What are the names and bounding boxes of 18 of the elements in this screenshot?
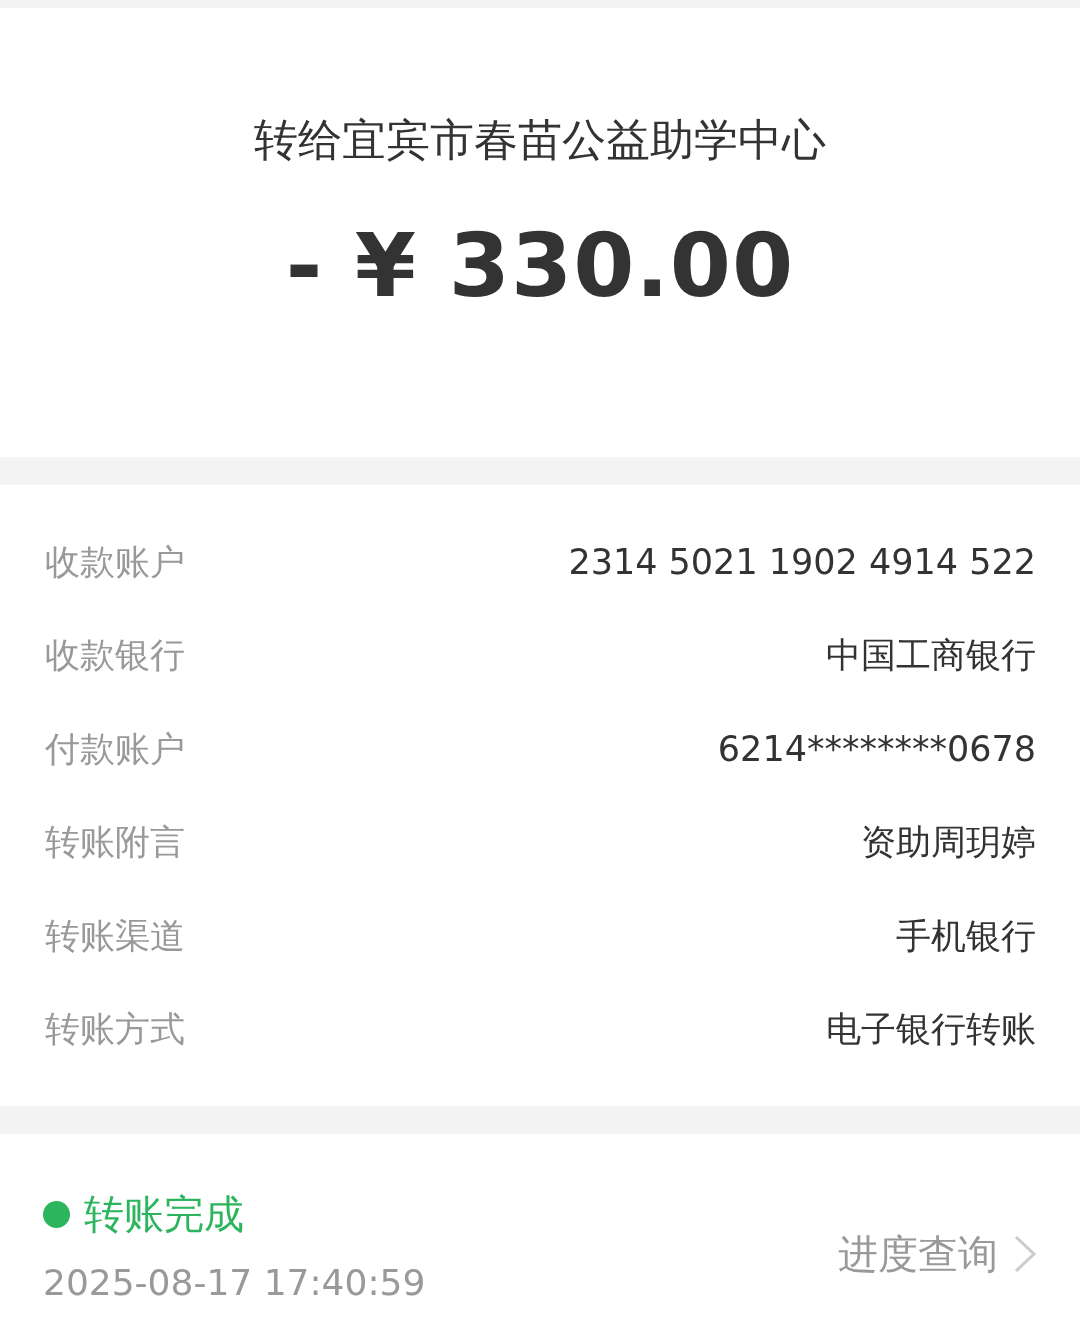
detail-label: 付款账户 (45, 727, 185, 771)
detail-label: 收款银行 (45, 634, 185, 677)
detail-value: 中国工商银行 (826, 634, 1036, 677)
amount: - ¥ 330.00 (285, 212, 795, 319)
transfer-title: 转给宜宾市春苗公益助学中心 (254, 114, 826, 167)
chevron-right-icon (1014, 1235, 1036, 1273)
detail-label: 转账渠道 (45, 914, 185, 958)
detail-value: 电子银行转账 (826, 1008, 1036, 1051)
status-text: 转账完成 (84, 1190, 244, 1239)
detail-value: 资助周玥婷 (861, 821, 1036, 864)
detail-label: 转账方式 (45, 1008, 185, 1051)
progress-query-link[interactable]: 进度查询 (838, 1224, 1036, 1284)
detail-value: 6214********0678 (717, 727, 1036, 771)
detail-value: 手机银行 (896, 914, 1036, 958)
detail-value: 2314 5021 1902 4914 522 (568, 540, 1036, 584)
detail-label: 转账附言 (45, 821, 185, 864)
detail-label: 收款账户 (45, 540, 185, 584)
status-time: 2025-08-17 17:40:59 (43, 1261, 426, 1305)
